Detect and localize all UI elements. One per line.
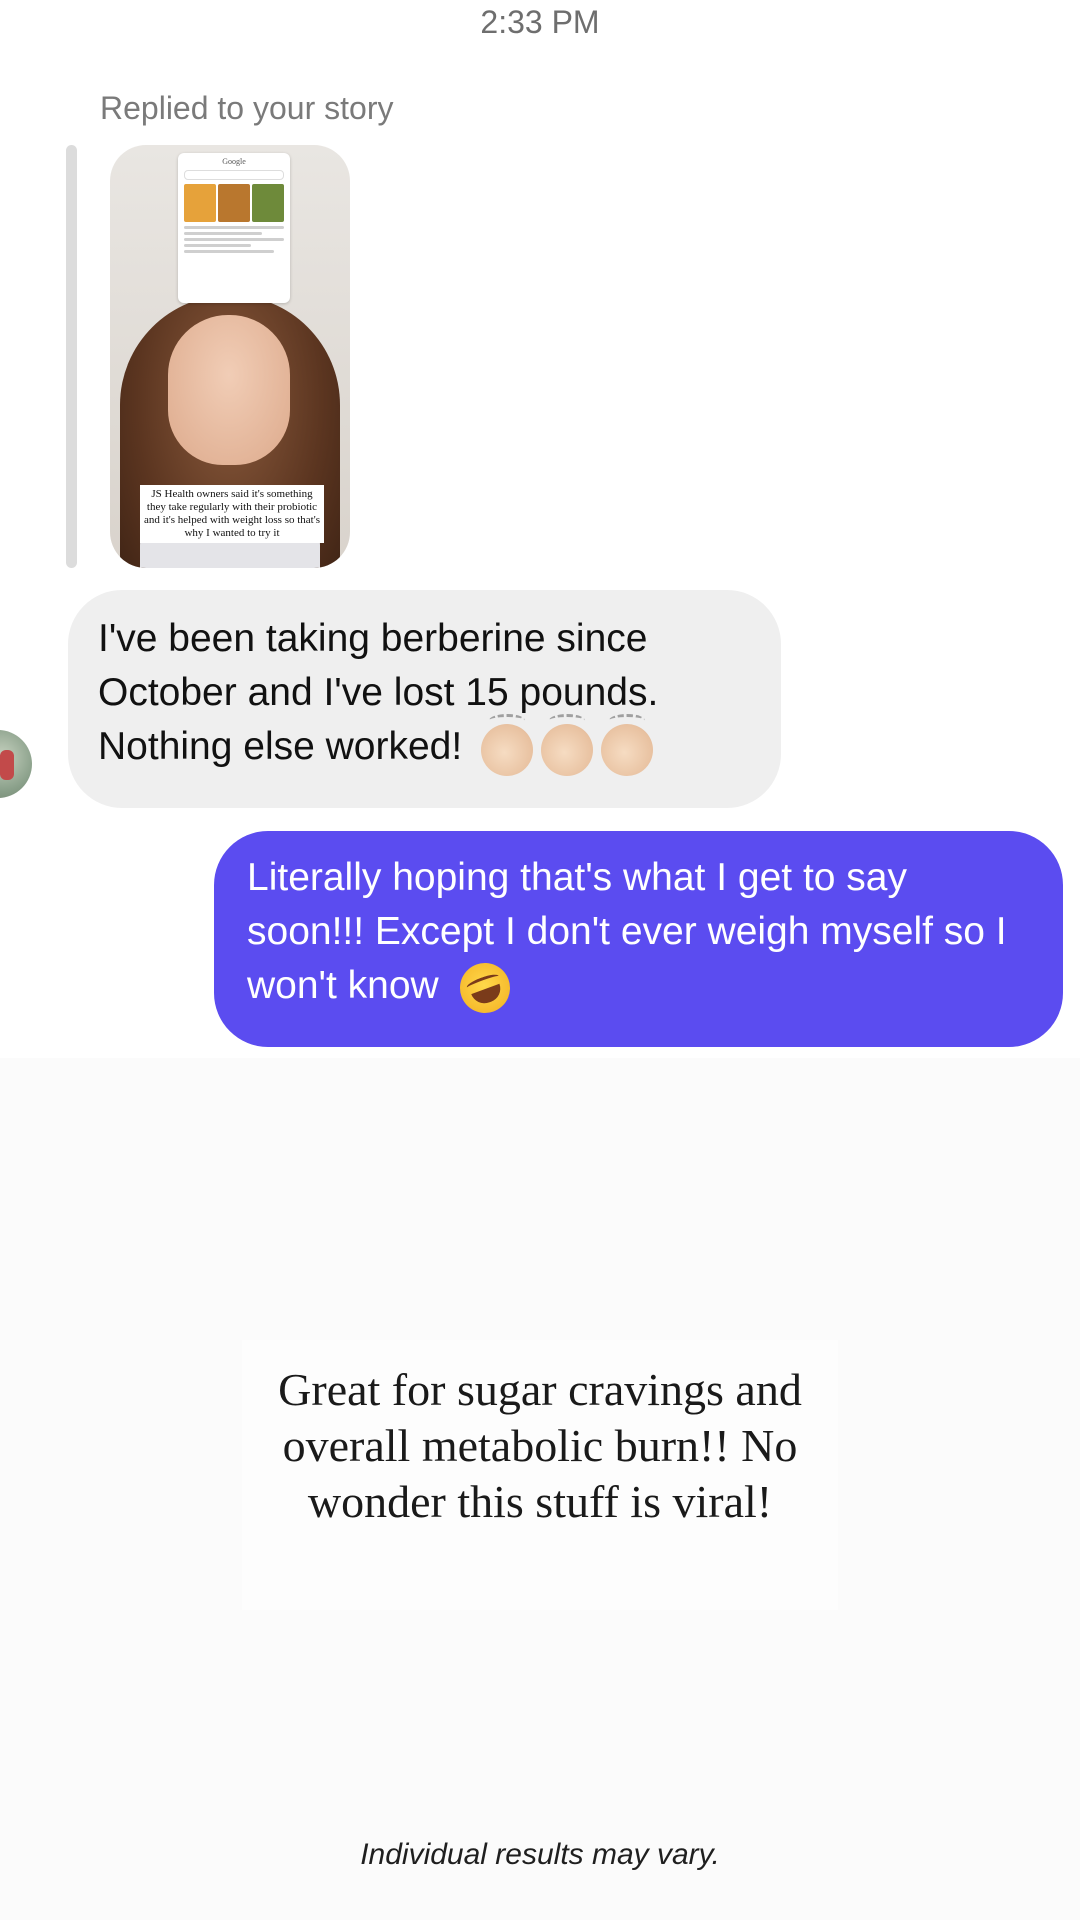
rolling-laughing-emoji-icon bbox=[452, 955, 517, 1020]
phone-screenshot-text-line bbox=[184, 244, 252, 247]
incoming-message-bubble[interactable]: I've been taking berberine since October… bbox=[68, 590, 781, 808]
phone-screenshot-title: Google bbox=[222, 157, 246, 166]
phone-screenshot-search-bar bbox=[184, 170, 284, 180]
story-phone-screenshot: Google bbox=[178, 153, 290, 303]
clapping-hands-icon bbox=[541, 714, 594, 777]
clapping-hands-emoji-group bbox=[481, 714, 661, 777]
clapping-hands-icon bbox=[601, 714, 654, 777]
disclaimer-text: Individual results may vary. bbox=[360, 1838, 720, 1871]
story-caption: JS Health owners said it's something the… bbox=[140, 485, 324, 543]
phone-screenshot-text-line bbox=[184, 238, 284, 241]
reply-indicator-bar bbox=[66, 145, 77, 568]
story-thumbnail[interactable]: Google JS Health owners said it's someth… bbox=[110, 145, 350, 568]
outgoing-message-text: Literally hoping that's what I get to sa… bbox=[247, 856, 1007, 1007]
outgoing-message-bubble[interactable]: Literally hoping that's what I get to sa… bbox=[214, 831, 1063, 1047]
clapping-hands-icon bbox=[481, 714, 534, 777]
timestamp: 2:33 PM bbox=[480, 4, 600, 40]
phone-screenshot-text-line bbox=[184, 226, 284, 229]
replied-to-story-label: Replied to your story bbox=[100, 90, 394, 126]
phone-screenshot-text-line bbox=[184, 250, 274, 253]
story-face bbox=[168, 315, 290, 465]
sender-avatar[interactable] bbox=[0, 730, 32, 798]
phone-screenshot-images bbox=[184, 184, 284, 222]
phone-screenshot-text-line bbox=[184, 232, 263, 235]
overlay-headline: Great for sugar cravings and overall met… bbox=[278, 1364, 802, 1527]
